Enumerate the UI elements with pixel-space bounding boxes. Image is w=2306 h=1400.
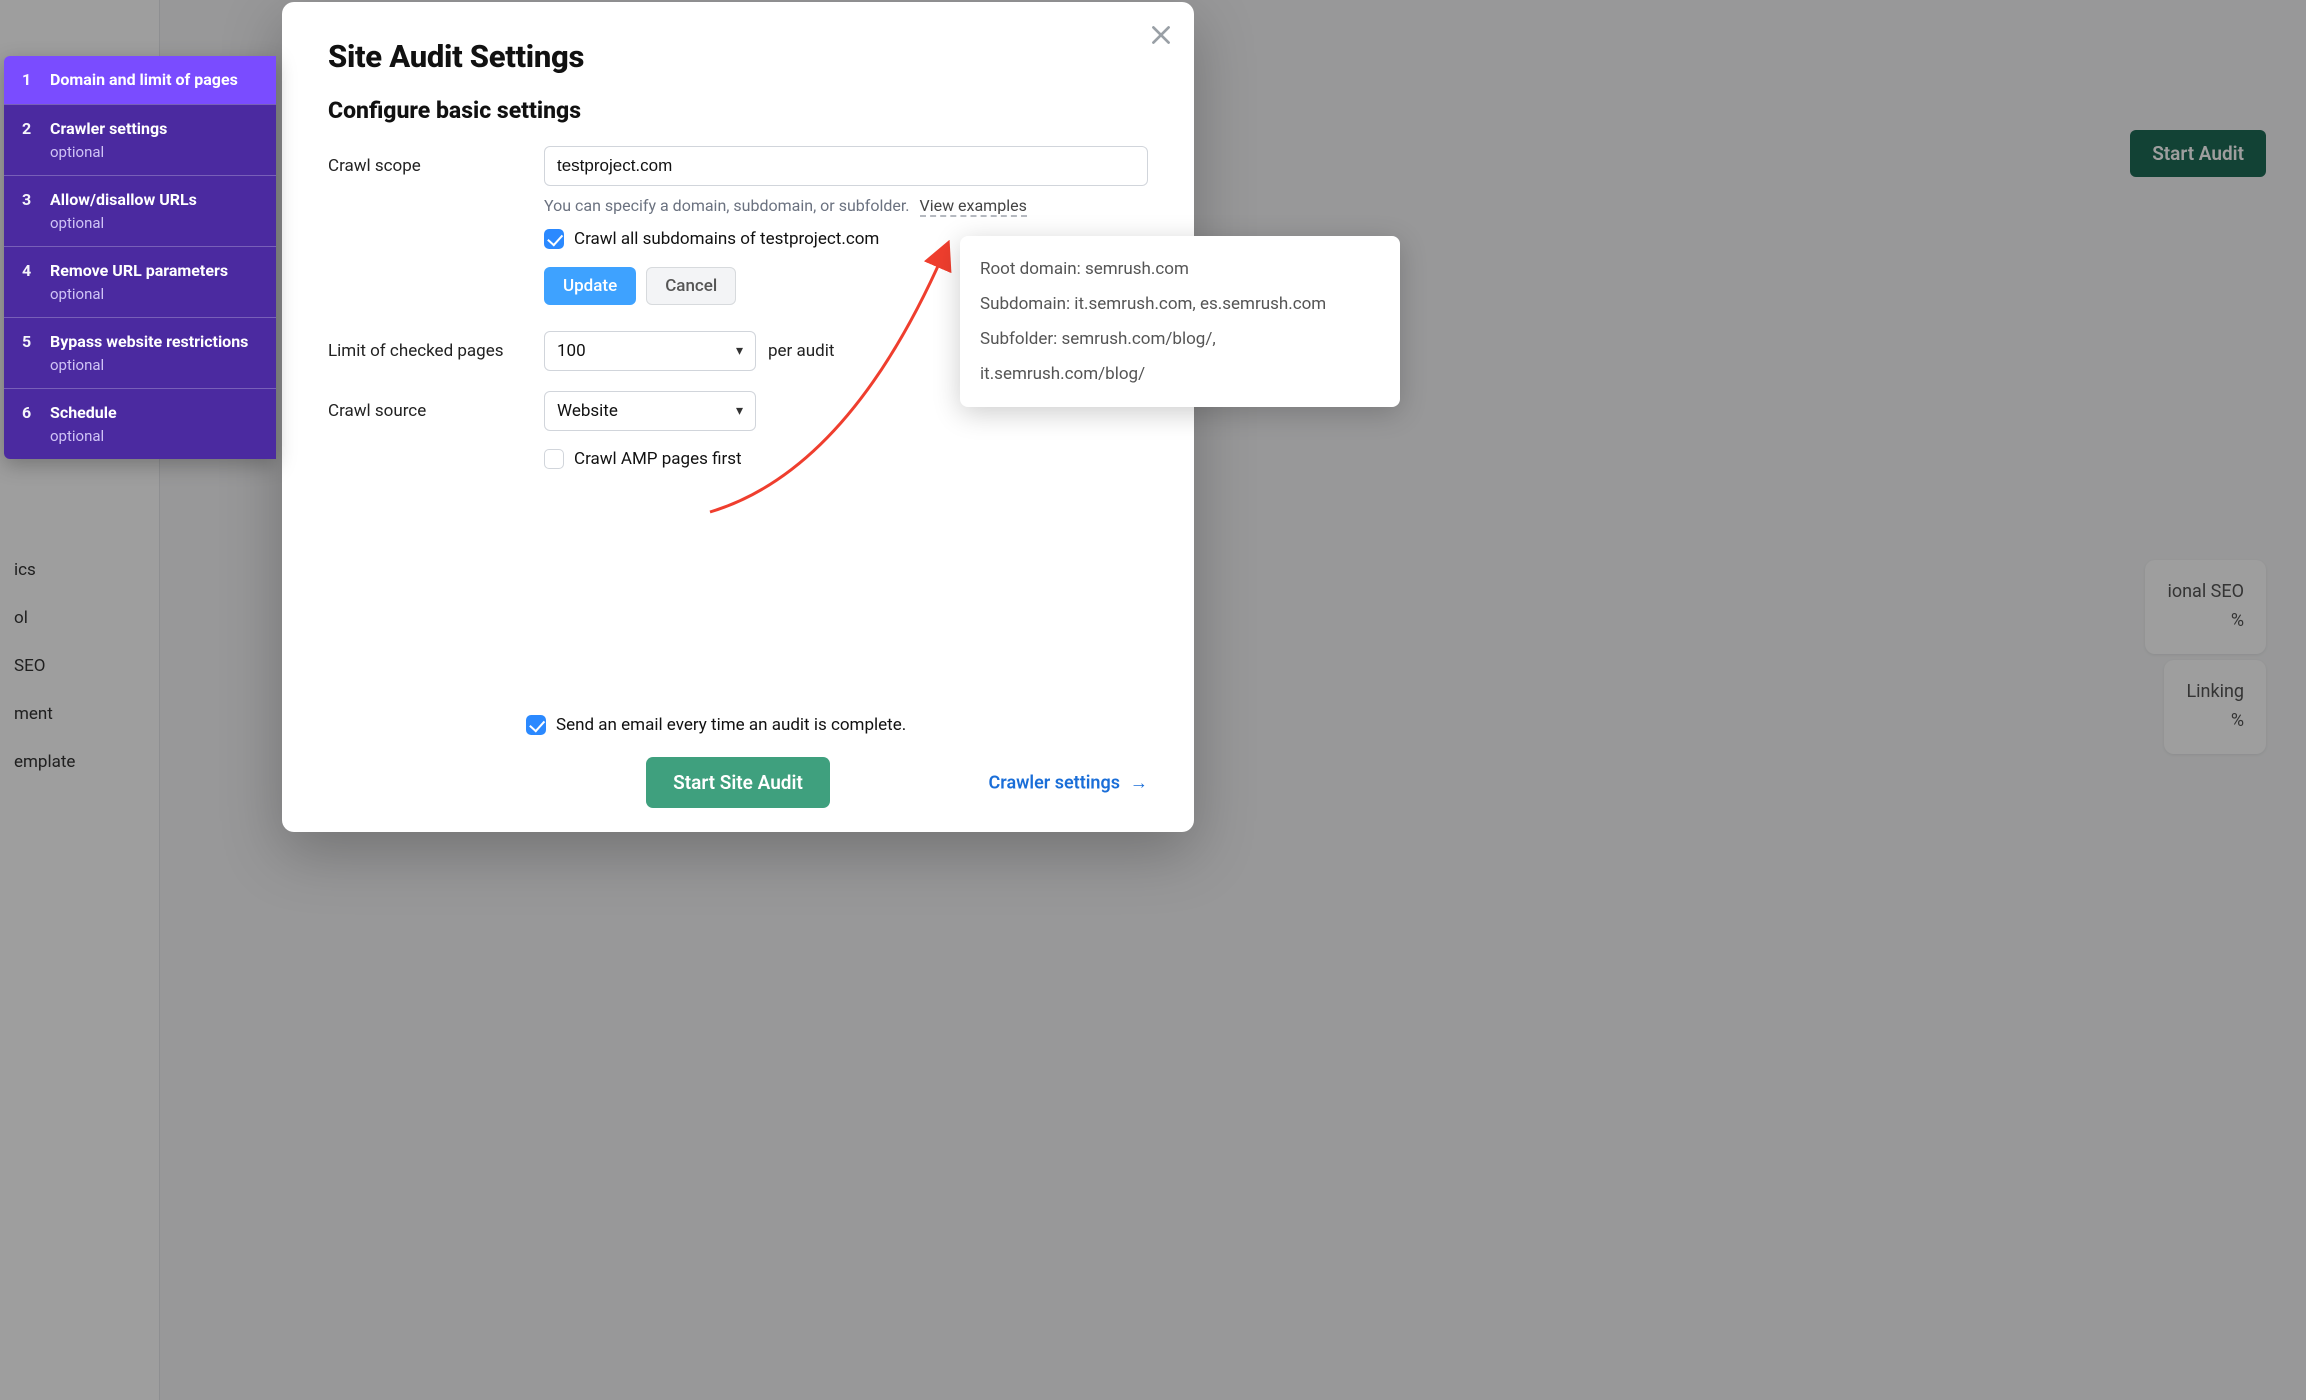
- bg-card-linking: Linking %: [2164, 660, 2266, 754]
- crawl-amp-checkbox[interactable]: [544, 449, 564, 469]
- examples-tooltip: Root domain: semrush.com Subdomain: it.s…: [960, 236, 1400, 407]
- close-icon[interactable]: [1148, 22, 1174, 48]
- view-examples-link[interactable]: View examples: [920, 196, 1027, 217]
- step-title: Allow/disallow URLs: [50, 190, 197, 210]
- bg-nav-item: ics: [14, 560, 145, 584]
- step-number: 5: [22, 332, 36, 374]
- step-optional: optional: [50, 285, 228, 303]
- bg-nav-item: ol: [14, 608, 145, 632]
- wizard-step-1[interactable]: 1 Domain and limit of pages: [4, 56, 276, 104]
- crawl-subdomains-checkbox[interactable]: [544, 229, 564, 249]
- crawl-source-label: Crawl source: [328, 391, 526, 421]
- wizard-step-5[interactable]: 5 Bypass website restrictions optional: [4, 317, 276, 388]
- step-optional: optional: [50, 214, 197, 232]
- modal-title: Site Audit Settings: [328, 38, 1148, 75]
- arrow-right-icon: →: [1130, 772, 1148, 793]
- step-title: Crawler settings: [50, 119, 167, 139]
- chevron-down-icon: ▾: [736, 343, 743, 359]
- modal-subtitle: Configure basic settings: [328, 97, 1148, 124]
- step-optional: optional: [50, 143, 167, 161]
- wizard-step-2[interactable]: 2 Crawler settings optional: [4, 104, 276, 175]
- wizard-step-4[interactable]: 4 Remove URL parameters optional: [4, 246, 276, 317]
- wizard-steps: 1 Domain and limit of pages 2 Crawler setti…: [4, 56, 276, 459]
- cancel-button[interactable]: Cancel: [646, 267, 736, 305]
- step-title: Domain and limit of pages: [50, 70, 238, 90]
- bg-card-international-seo: ional SEO %: [2145, 560, 2266, 654]
- crawl-scope-hint: You can specify a domain, subdomain, or …: [544, 196, 1148, 215]
- step-optional: optional: [50, 427, 117, 445]
- step-optional: optional: [50, 356, 248, 374]
- limit-label: Limit of checked pages: [328, 331, 526, 361]
- bg-nav-item: SEO: [14, 656, 145, 680]
- update-button[interactable]: Update: [544, 267, 636, 305]
- bg-start-audit-button[interactable]: Start Audit: [2130, 130, 2266, 177]
- email-notify-label: Send an email every time an audit is com…: [556, 715, 906, 735]
- wizard-step-6[interactable]: 6 Schedule optional: [4, 388, 276, 459]
- step-number: 6: [22, 403, 36, 445]
- tooltip-line: Root domain: semrush.com: [980, 252, 1380, 287]
- step-title: Schedule: [50, 403, 117, 423]
- crawl-scope-input[interactable]: [544, 146, 1148, 186]
- bg-nav-item: ment: [14, 704, 145, 728]
- step-number: 2: [22, 119, 36, 161]
- bg-nav-item: emplate: [14, 752, 145, 776]
- wizard-step-3[interactable]: 3 Allow/disallow URLs optional: [4, 175, 276, 246]
- step-title: Remove URL parameters: [50, 261, 228, 281]
- email-notify-checkbox[interactable]: [526, 715, 546, 735]
- crawl-subdomains-label: Crawl all subdomains of testproject.com: [574, 229, 879, 249]
- limit-suffix: per audit: [768, 341, 834, 361]
- next-step-link[interactable]: Crawler settings →: [989, 772, 1148, 793]
- step-title: Bypass website restrictions: [50, 332, 248, 352]
- settings-modal: Site Audit Settings Configure basic sett…: [282, 2, 1194, 832]
- chevron-down-icon: ▾: [736, 403, 743, 419]
- start-site-audit-button[interactable]: Start Site Audit: [646, 757, 830, 808]
- tooltip-line: Subfolder: semrush.com/blog/, it.semrush…: [980, 322, 1380, 392]
- tooltip-line: Subdomain: it.semrush.com, es.semrush.co…: [980, 287, 1380, 322]
- step-number: 3: [22, 190, 36, 232]
- crawl-scope-label: Crawl scope: [328, 146, 526, 176]
- step-number: 4: [22, 261, 36, 303]
- limit-select[interactable]: 100 ▾: [544, 331, 756, 371]
- crawl-amp-label: Crawl AMP pages first: [574, 449, 742, 469]
- step-number: 1: [22, 70, 36, 90]
- crawl-source-select[interactable]: Website ▾: [544, 391, 756, 431]
